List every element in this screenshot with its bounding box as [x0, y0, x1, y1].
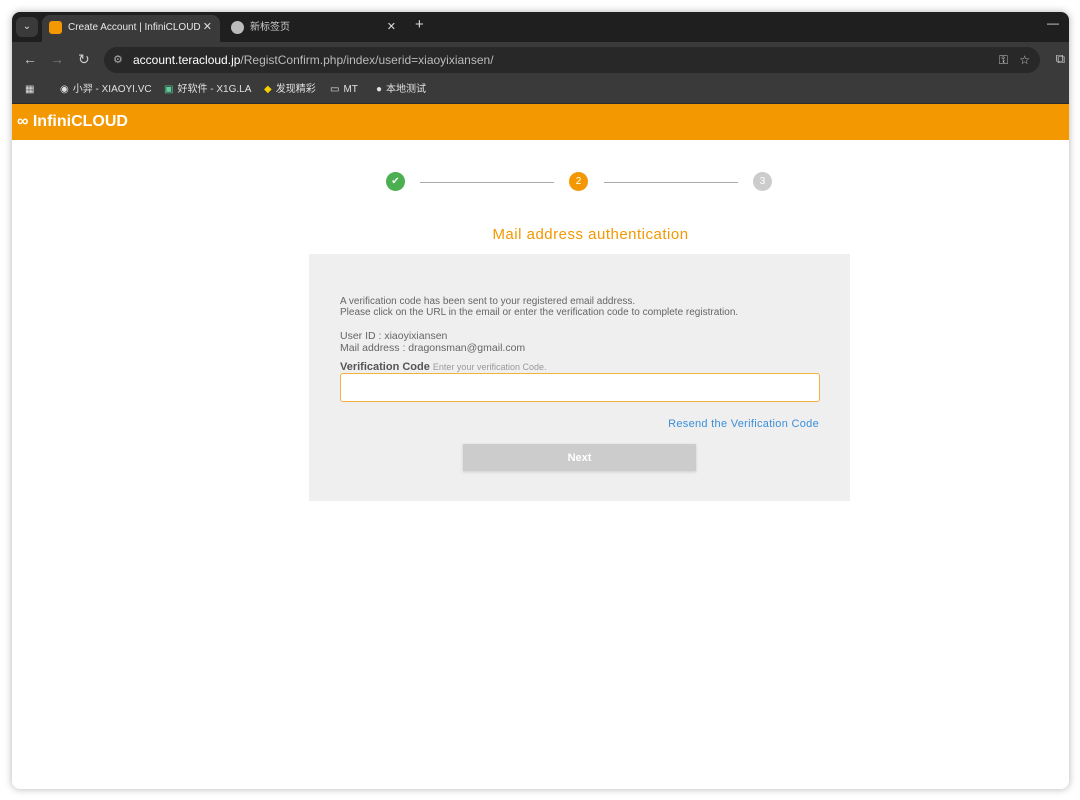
- info-message-2: Please click on the URL in the email or …: [340, 307, 739, 318]
- bookmark-label: 小羿 - XIAOYI.VC: [72, 84, 152, 95]
- tab-create-account[interactable]: Create Account | InfiniCLOUD ✕: [42, 15, 220, 42]
- password-key-icon[interactable]: ⚿: [999, 47, 1008, 73]
- bookmark-star-icon[interactable]: ☆: [1019, 47, 1030, 73]
- url-domain: account.teracloud.jp: [133, 53, 241, 67]
- bookmark-folder-mt[interactable]: ▭ MT: [330, 83, 358, 97]
- toolbar: ← → ↻ ⚙ account.teracloud.jp/RegistConfi…: [12, 42, 1069, 78]
- bookmark-label: MT: [343, 84, 358, 95]
- infinicloud-favicon-icon: [49, 21, 62, 34]
- next-button[interactable]: Next: [463, 444, 696, 471]
- verification-code-hint: Enter your verification Code.: [432, 362, 547, 372]
- tab-title: Create Account | InfiniCLOUD: [68, 22, 201, 33]
- step-connector: [604, 182, 738, 183]
- verification-code-label: Verification Code Enter your verificatio…: [340, 361, 547, 373]
- bookmarks-bar: ▦ ◉ 小羿 - XIAOYI.VC ▣ 好软件 - X1G.LA ◆ 发现精彩 ▭ M…: [12, 78, 1069, 104]
- user-id: User ID : xiaoyixiansen: [340, 330, 448, 342]
- step-3-pending: 3: [753, 172, 772, 191]
- back-icon[interactable]: ←: [23, 51, 37, 67]
- browser-window: ⌄ Create Account | InfiniCLOUD ✕ 新标签页 ✕ …: [12, 12, 1069, 789]
- close-tab-icon[interactable]: ✕: [203, 15, 212, 40]
- bookmark-discover[interactable]: ◆ 发现精彩: [264, 83, 316, 97]
- site-settings-icon[interactable]: ⚙: [113, 47, 123, 73]
- tab-bar: ⌄ Create Account | InfiniCLOUD ✕ 新标签页 ✕ …: [12, 12, 1069, 42]
- tab-search-button[interactable]: ⌄: [16, 17, 38, 37]
- resend-code-link[interactable]: Resend the Verification Code: [668, 418, 819, 430]
- new-tab-button[interactable]: +: [415, 16, 424, 33]
- bookmark-x1g[interactable]: ▣ 好软件 - X1G.LA: [164, 83, 251, 97]
- bookmark-label: 本地测试: [386, 84, 427, 95]
- tab-new-tab[interactable]: 新标签页 ✕: [224, 15, 404, 42]
- bookmark-local-test[interactable]: ● 本地测试: [376, 83, 426, 97]
- site-icon: ▣: [164, 84, 174, 95]
- page-title: Mail address authentication: [492, 226, 689, 243]
- site-header: ∞ InfiniCLOUD: [12, 104, 1069, 140]
- close-tab-icon[interactable]: ✕: [387, 15, 396, 40]
- step-1-done: ✔: [386, 172, 405, 191]
- apps-icon[interactable]: ▦: [25, 83, 34, 97]
- address-bar[interactable]: ⚙ account.teracloud.jp/RegistConfirm.php…: [104, 47, 1040, 73]
- step-connector: [420, 182, 554, 183]
- url-path: /RegistConfirm.php/index/userid=xiaoyixi…: [240, 53, 494, 67]
- mail-address: Mail address : dragonsman@gmail.com: [340, 342, 526, 354]
- info-message-1: A verification code has been sent to you…: [340, 296, 636, 307]
- step-2-current: 2: [569, 172, 588, 191]
- site-icon: ◆: [264, 84, 272, 95]
- bookmark-label: 好软件 - X1G.LA: [177, 84, 252, 95]
- bookmark-label: 发现精彩: [275, 84, 316, 95]
- extensions-icon[interactable]: ⧉: [1056, 51, 1065, 67]
- verification-code-input[interactable]: [340, 373, 820, 402]
- reload-icon[interactable]: ↻: [78, 51, 90, 68]
- forward-icon[interactable]: →: [50, 51, 64, 67]
- globe-icon: ●: [376, 84, 383, 95]
- bookmark-xiaoyi[interactable]: ◉ 小羿 - XIAOYI.VC: [60, 83, 152, 97]
- infinicloud-logo[interactable]: ∞ InfiniCLOUD: [17, 113, 128, 131]
- tab-title: 新标签页: [250, 22, 290, 33]
- avatar-icon: ◉: [60, 84, 69, 95]
- folder-icon: ▭: [330, 84, 340, 95]
- verification-panel: A verification code has been sent to you…: [309, 254, 850, 501]
- minimize-button[interactable]: —: [1047, 16, 1059, 30]
- chrome-icon: [231, 21, 244, 34]
